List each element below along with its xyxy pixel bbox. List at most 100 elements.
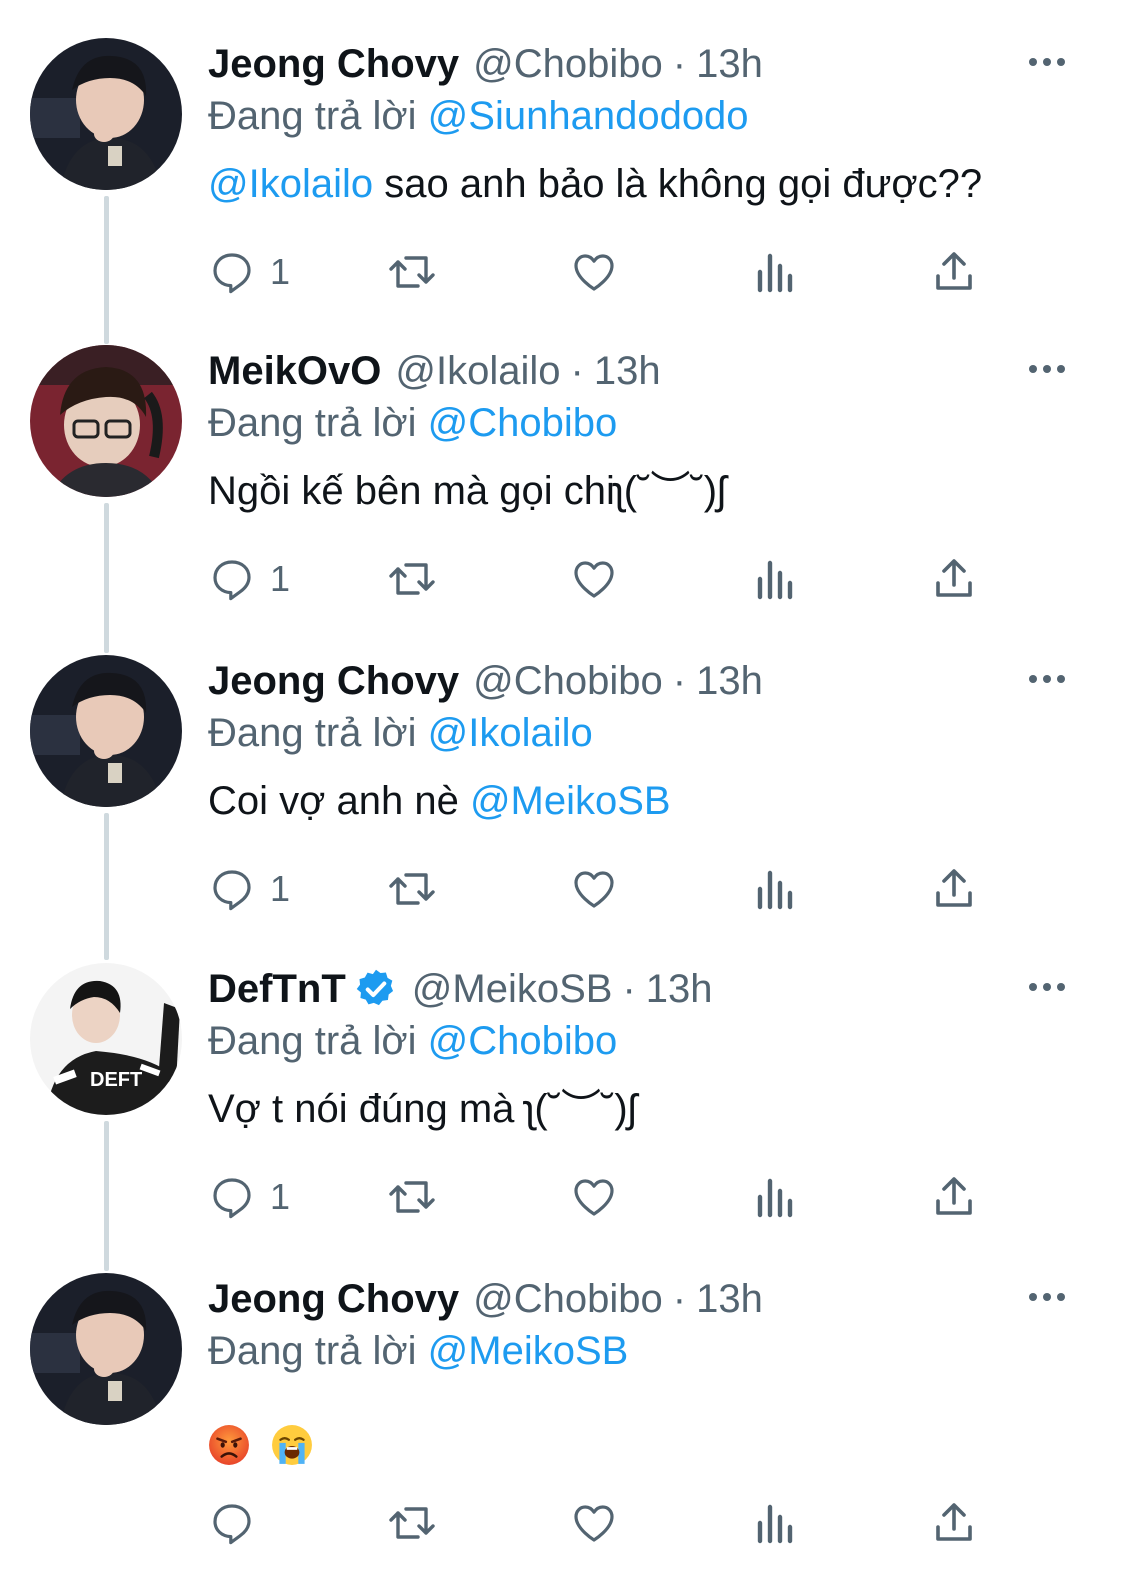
display-name[interactable]: Jeong Chovy xyxy=(208,659,459,704)
retweet-button[interactable] xyxy=(386,553,438,605)
tweet-text: Coi vợ anh nè @MeikoSB xyxy=(208,775,1085,827)
replying-to-label: Đang trả lời xyxy=(208,1019,417,1063)
tweet-header: DefTnT @MeikoSB · 13h xyxy=(208,963,1085,1015)
timestamp[interactable]: 13h xyxy=(696,659,763,704)
views-button[interactable] xyxy=(754,863,798,915)
reply-to-mention[interactable]: @Ikolailo xyxy=(428,711,593,755)
user-handle[interactable]: @Chobibo xyxy=(473,1277,663,1322)
tweet[interactable]: MeikOvO @Ikolailo · 13h Đang trả lời @Ch… xyxy=(0,307,1125,617)
views-button[interactable] xyxy=(754,553,798,605)
replying-to: Đang trả lời @Ikolailo xyxy=(208,707,1085,759)
analytics-icon xyxy=(757,560,793,600)
tweet-actions xyxy=(208,1497,988,1549)
share-button[interactable] xyxy=(930,246,978,298)
avatar-jersey-label: DEFT xyxy=(90,1069,142,1091)
angry-face-emoji xyxy=(209,1425,249,1466)
user-handle[interactable]: @MeikoSB xyxy=(412,967,613,1012)
tweet-actions: 1 xyxy=(208,1171,988,1223)
share-button[interactable] xyxy=(930,863,978,915)
reply-button[interactable]: 1 xyxy=(208,246,290,298)
avatar[interactable] xyxy=(30,38,182,190)
retweet-icon xyxy=(389,873,435,905)
like-button[interactable] xyxy=(570,1171,618,1223)
share-icon xyxy=(936,869,972,907)
retweet-button[interactable] xyxy=(386,1497,438,1549)
share-button[interactable] xyxy=(930,1171,978,1223)
reply-count: 1 xyxy=(270,1176,291,1217)
user-handle[interactable]: @Chobibo xyxy=(473,659,663,704)
analytics-icon xyxy=(757,253,793,293)
retweet-icon xyxy=(389,256,435,288)
avatar[interactable] xyxy=(30,1273,182,1425)
display-name[interactable]: Jeong Chovy xyxy=(208,42,459,87)
share-button[interactable] xyxy=(930,553,978,605)
tweet-text xyxy=(208,1417,1085,1469)
retweet-icon xyxy=(389,1181,435,1213)
user-handle[interactable]: @Chobibo xyxy=(473,42,663,87)
retweet-button[interactable] xyxy=(386,1171,438,1223)
replying-to-label: Đang trả lời xyxy=(208,1329,417,1373)
timestamp[interactable]: 13h xyxy=(646,967,713,1012)
tweet-header: Jeong Chovy @Chobibo · 13h xyxy=(208,1273,1085,1325)
share-icon xyxy=(936,559,972,597)
display-name[interactable]: Jeong Chovy xyxy=(208,1277,459,1322)
reply-button[interactable] xyxy=(208,1497,270,1549)
more-options-icon[interactable] xyxy=(1027,52,1067,72)
separator: · xyxy=(672,41,687,86)
like-button[interactable] xyxy=(570,1497,618,1549)
tweet[interactable]: Jeong Chovy @Chobibo · 13h Đang trả lời … xyxy=(0,1235,1125,1545)
reply-count: 1 xyxy=(270,251,291,292)
avatar[interactable] xyxy=(30,345,182,497)
timestamp[interactable]: 13h xyxy=(594,349,661,394)
reply-to-mention[interactable]: @Siunhandododo xyxy=(428,94,749,138)
tweet-text-content: Coi vợ anh nè xyxy=(208,779,470,823)
avatar[interactable] xyxy=(30,655,182,807)
like-button[interactable] xyxy=(570,863,618,915)
reply-count: 1 xyxy=(270,558,291,599)
reply-button[interactable]: 1 xyxy=(208,1171,290,1223)
share-icon xyxy=(936,252,972,290)
reply-to-mention[interactable]: @MeikoSB xyxy=(428,1329,629,1373)
tweet-header: Jeong Chovy @Chobibo · 13h xyxy=(208,655,1085,707)
views-button[interactable] xyxy=(754,246,798,298)
tweet[interactable]: Jeong Chovy @Chobibo · 13h Đang trả lời … xyxy=(0,617,1125,927)
retweet-button[interactable] xyxy=(386,863,438,915)
retweet-button[interactable] xyxy=(386,246,438,298)
replying-to-label: Đang trả lời xyxy=(208,401,417,445)
separator: · xyxy=(672,1276,687,1321)
more-options-icon[interactable] xyxy=(1027,977,1067,997)
tweet-actions: 1 xyxy=(208,553,988,605)
more-options-icon[interactable] xyxy=(1027,1287,1067,1307)
share-button[interactable] xyxy=(930,1497,978,1549)
tweet[interactable]: DEFT DefTnT @MeikoSB · 13h Đang trả lời … xyxy=(0,925,1125,1235)
tweet-text-content: Ngồi kế bên mà gọi chiʅ(˘︶˘)ʃ xyxy=(208,469,726,513)
more-options-icon[interactable] xyxy=(1027,669,1067,689)
verified-badge-icon xyxy=(356,969,393,1006)
avatar[interactable]: DEFT xyxy=(30,963,182,1115)
reply-count: 1 xyxy=(270,868,291,909)
tweet[interactable]: Jeong Chovy @Chobibo · 13h Đang trả lời … xyxy=(0,0,1125,310)
reply-button[interactable]: 1 xyxy=(208,553,290,605)
text-mention[interactable]: @MeikoSB xyxy=(470,779,671,823)
views-button[interactable] xyxy=(754,1497,798,1549)
retweet-icon xyxy=(389,563,435,595)
analytics-icon xyxy=(757,870,793,910)
reply-to-mention[interactable]: @Chobibo xyxy=(428,401,618,445)
separator: · xyxy=(672,658,687,703)
reply-to-mention[interactable]: @Chobibo xyxy=(428,1019,618,1063)
more-options-icon[interactable] xyxy=(1027,359,1067,379)
display-name[interactable]: DefTnT xyxy=(208,967,346,1012)
separator: · xyxy=(570,348,584,393)
reply-button[interactable]: 1 xyxy=(208,863,290,915)
timestamp[interactable]: 13h xyxy=(696,1277,763,1322)
reply-icon xyxy=(213,1178,251,1219)
text-mention[interactable]: @Ikolailo xyxy=(208,162,373,206)
display-name[interactable]: MeikOvO xyxy=(208,349,381,394)
like-button[interactable] xyxy=(570,553,618,605)
like-button[interactable] xyxy=(570,246,618,298)
user-handle[interactable]: @Ikolailo xyxy=(395,349,560,394)
reply-thread: Jeong Chovy @Chobibo · 13h Đang trả lời … xyxy=(0,0,1125,1592)
timestamp[interactable]: 13h xyxy=(696,42,763,87)
tweet-text: @Ikolailo sao anh bảo là không gọi được?… xyxy=(208,158,1085,210)
views-button[interactable] xyxy=(754,1171,798,1223)
